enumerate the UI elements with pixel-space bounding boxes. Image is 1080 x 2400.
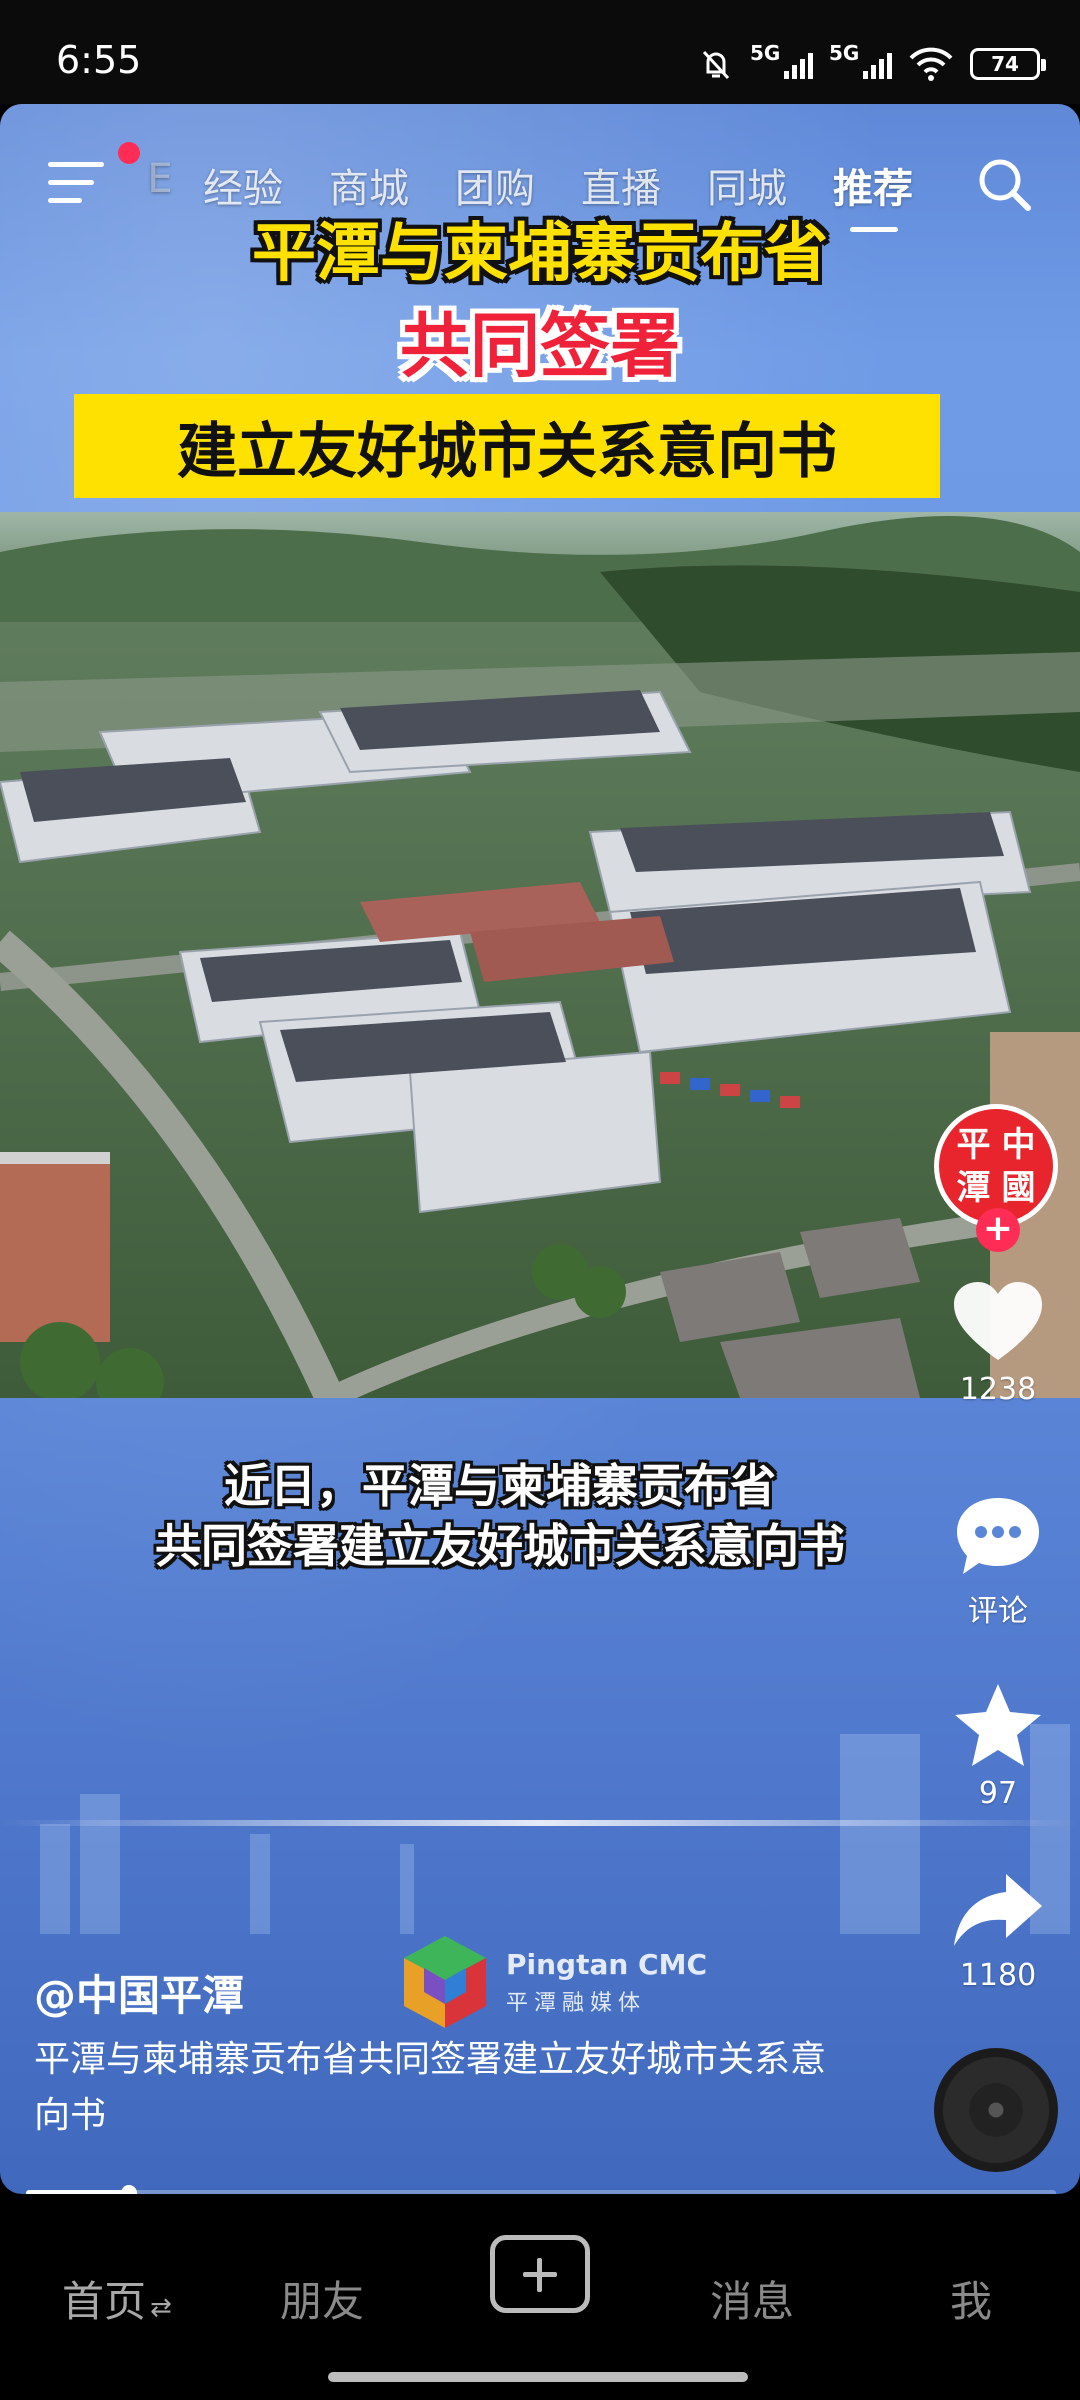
- follow-button[interactable]: +: [976, 1208, 1020, 1252]
- avatar-char: 潭: [956, 1167, 991, 1208]
- video-player[interactable]: E 经验 商城 团购 直播 同城 推荐 平潭与柬埔寨贡布省 共同签署 建立友好城…: [0, 104, 1080, 2194]
- watermark-english: Pingtan CMC: [506, 1947, 708, 1981]
- like-button[interactable]: 1238: [938, 1280, 1058, 1407]
- mute-bell-icon: [702, 50, 730, 80]
- switch-arrows-icon: ⇄: [150, 2293, 172, 2323]
- comment-icon: [957, 1498, 1039, 1574]
- nav-messages[interactable]: 消息: [710, 2268, 794, 2329]
- star-icon: [955, 1684, 1041, 1766]
- skyline-graphic: [40, 1724, 1070, 1934]
- comment-label: 评论: [968, 1594, 1028, 1629]
- share-button[interactable]: 1180: [938, 1872, 1058, 1993]
- author-name[interactable]: @中国平潭: [34, 1962, 244, 2023]
- nav-home-label: 首页: [62, 2277, 147, 2326]
- favorite-button[interactable]: 97: [938, 1682, 1058, 1811]
- headline-line-2: 共同签署: [400, 304, 680, 387]
- headline-line-1: 平潭与柬埔寨贡布省: [252, 216, 828, 291]
- comment-button[interactable]: 评论: [938, 1494, 1058, 1630]
- horizon-line: [0, 1820, 1080, 1826]
- wifi-icon: [909, 47, 953, 81]
- notification-dot: [118, 142, 140, 164]
- subtitle-line-2: 共同签署建立友好城市关系意向书: [155, 1519, 845, 1573]
- subtitle-line-1: 近日，平潭与柬埔寨贡布省: [224, 1459, 776, 1513]
- video-subtitle: 近日，平潭与柬埔寨贡布省 共同签署建立友好城市关系意向书: [0, 1456, 1000, 1576]
- signal-icon: 5G: [750, 41, 813, 79]
- menu-icon[interactable]: [48, 162, 104, 206]
- avatar-char: 中: [1001, 1124, 1036, 1165]
- home-indicator: [328, 2372, 748, 2382]
- avatar-logo: 平 中 潭 國: [939, 1109, 1053, 1223]
- battery-level: 74: [991, 52, 1019, 76]
- status-bar: 6:55 5G 5G 74: [0, 0, 1080, 104]
- bottom-nav: 首页 ⇄ 朋友 消息 我: [0, 2194, 1080, 2400]
- music-disc-icon[interactable]: [934, 2048, 1058, 2172]
- heart-icon: [954, 1282, 1042, 1360]
- share-arrow-icon: [954, 1874, 1042, 1946]
- status-time: 6:55: [56, 38, 142, 82]
- signal-label: 5G: [750, 41, 781, 65]
- watermark-chinese: 平潭融媒体: [506, 1990, 647, 2016]
- nav-me[interactable]: 我: [950, 2268, 992, 2329]
- signal-label: 5G: [829, 41, 860, 65]
- avatar-char: 平: [956, 1124, 991, 1165]
- create-post-button[interactable]: [490, 2235, 590, 2313]
- share-count: 1180: [959, 1958, 1037, 1993]
- video-description[interactable]: 平潭与柬埔寨贡布省共同签署建立友好城市关系意向书: [34, 2032, 854, 2144]
- battery-icon: 74: [970, 48, 1046, 80]
- avatar-char: 國: [1001, 1167, 1036, 1208]
- favorite-count: 97: [978, 1776, 1018, 1811]
- status-icons: 5G 5G 74: [698, 40, 1046, 88]
- aerial-photo: [0, 512, 1080, 1398]
- progress-knob[interactable]: [121, 2185, 137, 2194]
- signal-icon: 5G: [829, 41, 892, 79]
- nav-home[interactable]: 首页 ⇄: [62, 2268, 172, 2329]
- cmc-logo-icon: [404, 1936, 486, 2028]
- nav-friends[interactable]: 朋友: [280, 2268, 364, 2329]
- like-count: 1238: [959, 1372, 1037, 1407]
- pingtan-cmc-watermark: Pingtan CMC 平潭融媒体: [400, 1932, 707, 2032]
- headline-line-3: 建立友好城市关系意向书: [74, 394, 940, 498]
